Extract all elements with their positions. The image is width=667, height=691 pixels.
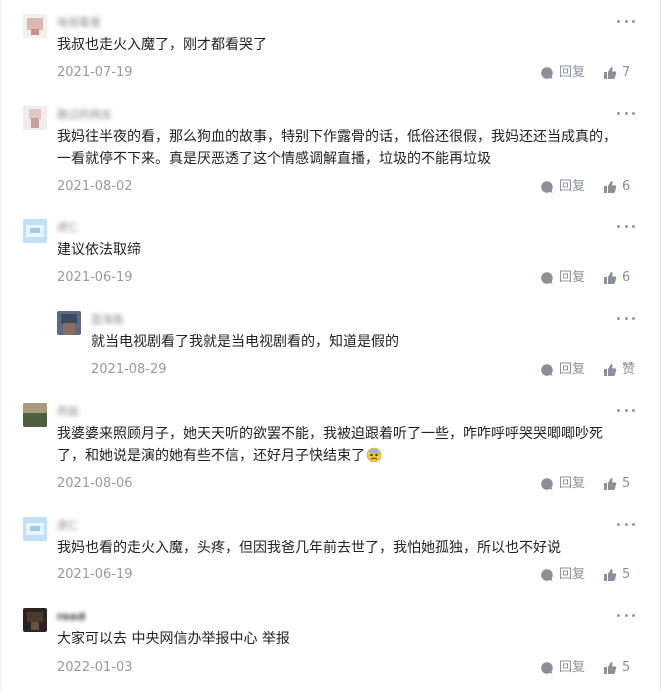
more-options-icon[interactable] bbox=[617, 313, 635, 323]
reply-item: 蓝海鱼 就当电视剧看了我就是当电视剧看的，知道是假的 2021-08-29 回复… bbox=[57, 311, 637, 379]
more-options-icon[interactable] bbox=[617, 405, 635, 415]
comment-item: 虎仁 我妈也看的走火入魔，头疼，但因我爸几年前去世了，我怕她孤独，所以也不好说 … bbox=[23, 517, 637, 585]
like-count: 5 bbox=[622, 476, 631, 491]
comment-text: 我叔也走火入魔了，刚才都看哭了 bbox=[57, 37, 267, 53]
commenter-name[interactable]: reed bbox=[57, 611, 85, 623]
comment-bubble-icon bbox=[541, 67, 553, 79]
thumbs-up-icon bbox=[604, 67, 617, 79]
more-options-icon[interactable] bbox=[617, 519, 635, 529]
more-options-icon[interactable] bbox=[617, 108, 635, 118]
comment-bubble-icon bbox=[541, 272, 553, 284]
comment-text: 大家可以去 中央网信办举报中心 举报 bbox=[57, 631, 290, 647]
like-count: 6 bbox=[622, 270, 631, 285]
like-button[interactable]: 6 bbox=[603, 177, 637, 197]
comment-date: 2022-01-03 bbox=[57, 660, 133, 675]
comment-date: 2021-08-06 bbox=[57, 476, 133, 491]
avatar[interactable] bbox=[23, 403, 47, 427]
comment-text: 我妈往半夜的看，那么狗血的故事，特别下作露骨的话，低俗还很假，我妈还还当成真的，… bbox=[57, 129, 617, 167]
thumbs-up-icon bbox=[604, 569, 617, 581]
avatar[interactable] bbox=[23, 219, 47, 243]
thumbs-up-icon bbox=[604, 478, 617, 490]
reply-label: 回复 bbox=[558, 660, 585, 675]
anxious-sweat-emoji-icon bbox=[366, 447, 382, 463]
reply-label: 回复 bbox=[558, 567, 585, 582]
reply-label: 回复 bbox=[558, 270, 585, 285]
more-options-icon[interactable] bbox=[617, 221, 635, 231]
reply-label: 回复 bbox=[558, 179, 585, 194]
like-count: 6 bbox=[622, 179, 631, 194]
comment-bubble-icon bbox=[541, 181, 553, 193]
commenter-name[interactable]: 虎仁 bbox=[57, 520, 79, 532]
like-button[interactable]: 5 bbox=[603, 565, 637, 585]
avatar[interactable] bbox=[23, 106, 47, 130]
thumbs-up-icon bbox=[604, 364, 617, 376]
thumbs-up-icon bbox=[604, 662, 617, 674]
commenter-name[interactable]: 虎仁 bbox=[57, 222, 79, 234]
reply-button[interactable]: 回复 bbox=[540, 360, 585, 380]
comment-date: 2021-06-19 bbox=[57, 567, 133, 582]
commenter-name[interactable]: 蓝海鱼 bbox=[91, 314, 124, 326]
comment-bubble-icon bbox=[541, 569, 553, 581]
commenter-name[interactable]: 热饭 bbox=[57, 406, 79, 418]
comment-text: 建议依法取缔 bbox=[57, 242, 141, 258]
comment-meta: 2021-06-19 回复 5 bbox=[57, 565, 637, 585]
more-options-icon[interactable] bbox=[617, 610, 635, 620]
thumbs-up-icon bbox=[604, 272, 617, 284]
like-button[interactable]: 7 bbox=[603, 63, 637, 83]
reply-button[interactable]: 回复 bbox=[540, 268, 585, 288]
reply-label: 回复 bbox=[558, 476, 585, 491]
comment-text: 我婆婆来照顾月子，她天天听的欲罢不能，我被迫跟着听了一些，咋咋呼呼哭哭唧唧吵死了… bbox=[57, 423, 617, 467]
more-options-icon[interactable] bbox=[617, 16, 635, 26]
comment-item: reed 大家可以去 中央网信办举报中心 举报 2022-01-03 回复 5 bbox=[23, 608, 637, 678]
like-button[interactable]: 赞 bbox=[603, 360, 637, 380]
comment-meta: 2021-07-19 回复 7 bbox=[57, 63, 637, 83]
like-button[interactable]: 5 bbox=[603, 658, 637, 678]
like-count: 5 bbox=[622, 567, 631, 582]
comment-text-body: 我婆婆来照顾月子，她天天听的欲罢不能，我被迫跟着听了一些，咋咋呼呼哭哭唧唧吵死了… bbox=[57, 426, 603, 464]
comment-date: 2021-08-29 bbox=[91, 362, 167, 377]
like-count: 赞 bbox=[622, 362, 636, 377]
comment-bubble-icon bbox=[541, 478, 553, 490]
reply-button[interactable]: 回复 bbox=[540, 474, 585, 494]
reply-button[interactable]: 回复 bbox=[540, 565, 585, 585]
thumbs-up-icon bbox=[604, 181, 617, 193]
avatar[interactable] bbox=[57, 311, 81, 335]
reply-label: 回复 bbox=[558, 65, 585, 80]
comment-meta: 2022-01-03 回复 5 bbox=[57, 658, 637, 678]
avatar[interactable] bbox=[23, 608, 47, 632]
like-count: 7 bbox=[622, 65, 631, 80]
comment-item: 热饭 我婆婆来照顾月子，她天天听的欲罢不能，我被迫跟着听了一些，咋咋呼呼哭哭唧唧… bbox=[23, 403, 637, 495]
reply-button[interactable]: 回复 bbox=[540, 63, 585, 83]
comment-text: 就当电视剧看了我就是当电视剧看的，知道是假的 bbox=[91, 334, 399, 350]
commenter-name[interactable]: 路过的网友 bbox=[57, 109, 112, 121]
comment-meta: 2021-08-06 回复 5 bbox=[57, 474, 637, 494]
comment-text: 我妈也看的走火入魔，头疼，但因我爸几年前去世了，我怕她孤独，所以也不好说 bbox=[57, 540, 561, 556]
comment-meta: 2021-08-29 回复 赞 bbox=[91, 360, 637, 380]
comment-date: 2021-06-19 bbox=[57, 270, 133, 285]
comment-bubble-icon bbox=[541, 662, 553, 674]
comment-date: 2021-07-19 bbox=[57, 65, 133, 80]
commenter-name[interactable]: 电视看客 bbox=[57, 17, 101, 29]
reply-label: 回复 bbox=[558, 362, 585, 377]
reply-button[interactable]: 回复 bbox=[540, 658, 585, 678]
comment-date: 2021-08-02 bbox=[57, 179, 133, 194]
comment-panel: 电视看客 我叔也走火入魔了，刚才都看哭了 2021-07-19 回复 7 路过的… bbox=[0, 0, 661, 691]
like-button[interactable]: 6 bbox=[603, 268, 637, 288]
avatar[interactable] bbox=[23, 517, 47, 541]
comment-item: 电视看客 我叔也走火入魔了，刚才都看哭了 2021-07-19 回复 7 bbox=[23, 14, 637, 86]
comment-meta: 2021-08-02 回复 6 bbox=[57, 177, 637, 197]
comment-item: 虎仁 建议依法取缔 2021-06-19 回复 6 bbox=[23, 219, 637, 287]
like-button[interactable]: 5 bbox=[603, 474, 637, 494]
comment-item: 路过的网友 我妈往半夜的看，那么狗血的故事，特别下作露骨的话，低俗还很假，我妈还… bbox=[23, 106, 637, 196]
avatar[interactable] bbox=[23, 14, 47, 38]
comment-bubble-icon bbox=[541, 364, 553, 376]
reply-button[interactable]: 回复 bbox=[540, 177, 585, 197]
comment-meta: 2021-06-19 回复 6 bbox=[57, 268, 637, 288]
like-count: 5 bbox=[622, 660, 631, 675]
